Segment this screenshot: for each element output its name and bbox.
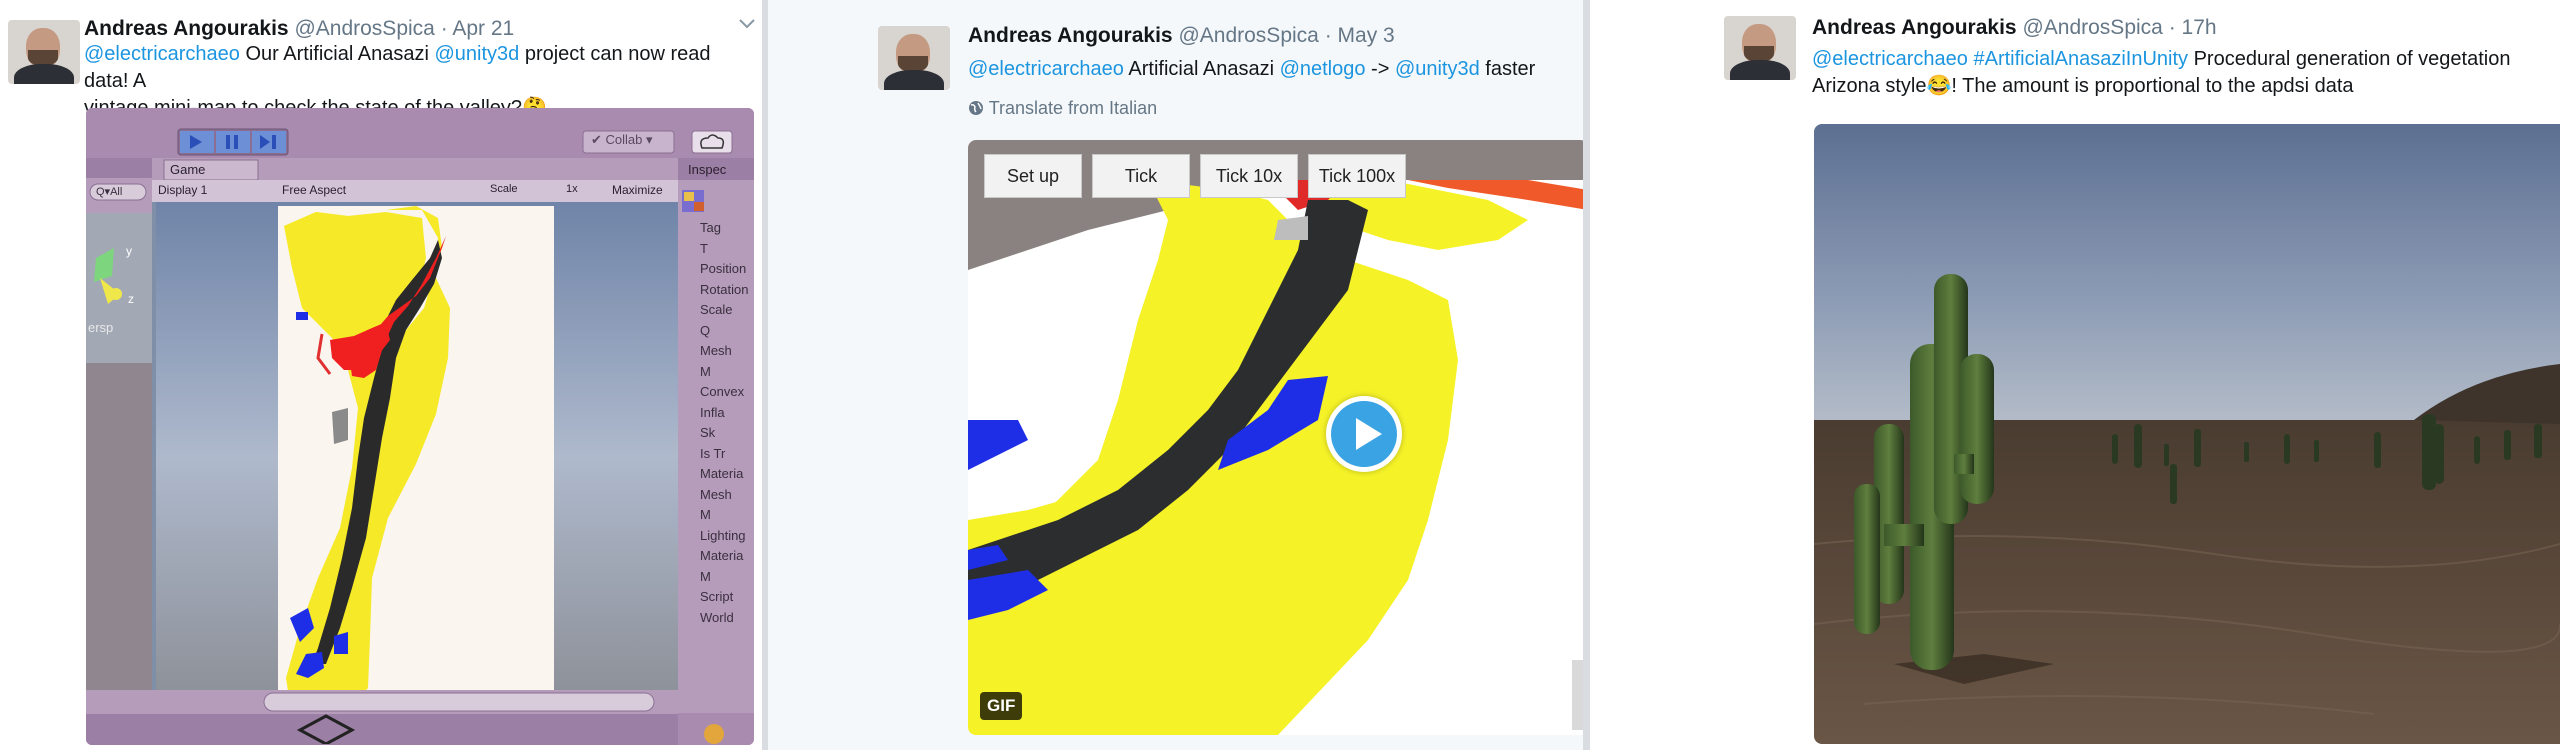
netlogo-gif[interactable]: Set up Tick Tick 10x Tick 100x GIF [968, 140, 1583, 735]
inspector-row[interactable]: Convex [700, 382, 754, 403]
globe-icon [968, 98, 989, 118]
mention-link[interactable]: @unity3d [434, 43, 519, 65]
avatar[interactable] [8, 20, 80, 84]
translate-link[interactable]: Translate from Italian [968, 98, 1157, 119]
tweet-header: Andreas Angourakis @AndrosSpica · Apr 21 [84, 17, 514, 41]
text-span: Artificial Anasazi [1123, 58, 1280, 80]
desert-render[interactable] [1814, 124, 2560, 744]
inspector-row[interactable]: M [700, 567, 754, 588]
hierarchy-search[interactable]: Q▾All [96, 185, 122, 198]
axis-z-label: z [128, 292, 134, 306]
setup-button[interactable]: Set up [984, 154, 1082, 198]
inspector-row[interactable]: Sk [700, 423, 754, 444]
inspector-row[interactable]: Is Tr [700, 444, 754, 465]
play-icon[interactable] [1326, 396, 1402, 472]
mention-link[interactable]: @unity3d [1395, 58, 1480, 80]
hashtag-link[interactable]: #ArtificialAnasaziInUnity [1974, 48, 2189, 70]
tick-10x-button[interactable]: Tick 10x [1200, 154, 1298, 198]
tweet-date[interactable]: · 17h [2169, 16, 2217, 39]
inspector-list: Tag T Position Rotation Scale Q Mesh M C… [700, 218, 754, 628]
collab-button[interactable]: ✔ Collab ▾ [591, 132, 653, 148]
maximize-toggle[interactable]: Maximize [612, 183, 663, 197]
text-span: faster [1479, 58, 1536, 80]
inspector-row[interactable]: Position [700, 259, 754, 280]
display-select[interactable]: Display 1 [158, 183, 207, 197]
aspect-select[interactable]: Free Aspect [282, 183, 346, 197]
mention-link[interactable]: @netlogo [1280, 58, 1366, 80]
translate-label: Translate from Italian [988, 98, 1158, 118]
mention-link[interactable]: @electricarchaeo [84, 43, 240, 65]
column-divider [1583, 0, 1590, 750]
inspector-row[interactable]: Materia [700, 464, 754, 485]
unity-logo-icon [296, 714, 356, 745]
text-span: ! The amount is proportional to the apds… [1951, 75, 2354, 97]
avatar[interactable] [878, 26, 950, 90]
inspector-row[interactable]: T [700, 239, 754, 260]
inspector-row[interactable]: M [700, 362, 754, 383]
tweet-date[interactable]: · Apr 21 [441, 17, 515, 40]
author-name[interactable]: Andreas Angourakis [1812, 16, 2017, 39]
tweet-2: Andreas Angourakis @AndrosSpica · May 3 … [768, 0, 1583, 750]
axis-y-label: y [126, 244, 132, 258]
author-name[interactable]: Andreas Angourakis [968, 24, 1173, 47]
tweet-3: Andreas Angourakis @AndrosSpica · 17h @e… [1590, 0, 2560, 750]
unity-screenshot[interactable]: ✔ Collab ▾ Game Q▾All Display 1 Free Asp… [86, 108, 754, 745]
mention-link[interactable]: @electricarchaeo [1812, 48, 1968, 70]
game-tab[interactable]: Game [170, 162, 205, 177]
scale-value[interactable]: 1x [566, 183, 578, 195]
mention-link[interactable]: @electricarchaeo [968, 58, 1124, 80]
laughing-emoji: 😂 [1926, 75, 1952, 97]
avatar[interactable] [1724, 16, 1796, 80]
tweet-header: Andreas Angourakis @AndrosSpica · 17h [1812, 16, 2217, 40]
tweet-text: @electricarchaeo #ArtificialAnasaziInUni… [1812, 46, 2560, 100]
tick-100x-button[interactable]: Tick 100x [1308, 154, 1406, 198]
tweet-header: Andreas Angourakis @AndrosSpica · May 3 [968, 24, 1395, 48]
inspector-row[interactable]: Mesh [700, 341, 754, 362]
inspector-tab[interactable]: Inspec [688, 162, 726, 177]
author-handle[interactable]: @AndrosSpica [2022, 16, 2162, 39]
tweet-1: Andreas Angourakis @AndrosSpica · Apr 21… [0, 0, 762, 750]
inspector-row[interactable]: Script [700, 587, 754, 608]
inspector-row[interactable]: Q [700, 321, 754, 342]
tweet-date[interactable]: · May 3 [1325, 24, 1395, 47]
inspector-row[interactable]: Materia [700, 546, 754, 567]
inspector-row[interactable]: Rotation [700, 280, 754, 301]
scale-label: Scale [490, 183, 518, 195]
author-handle[interactable]: @AndrosSpica [294, 17, 434, 40]
author-handle[interactable]: @AndrosSpica [1178, 24, 1318, 47]
tweet-text: @electricarchaeo Artificial Anasazi @net… [968, 56, 1583, 83]
inspector-row[interactable]: M [700, 505, 754, 526]
inspector-row[interactable]: Infla [700, 403, 754, 424]
text-span: -> [1365, 58, 1395, 80]
persp-label: ersp [88, 320, 114, 335]
inspector-row[interactable]: Tag [700, 218, 754, 239]
text-span: Our Artificial Anasazi [239, 43, 435, 65]
netlogo-controls: Set up Tick Tick 10x Tick 100x [984, 154, 1406, 198]
text-span: Arizona style [1812, 75, 1927, 97]
text-span: Procedural generation of vegetation [2188, 48, 2511, 70]
tick-button[interactable]: Tick [1092, 154, 1190, 198]
gif-badge: GIF [980, 692, 1023, 720]
inspector-row[interactable]: World [700, 608, 754, 629]
inspector-row[interactable]: Lighting [700, 526, 754, 547]
inspector-row[interactable]: Scale [700, 300, 754, 321]
author-name[interactable]: Andreas Angourakis [84, 17, 289, 40]
chevron-down-icon[interactable] [738, 14, 756, 35]
inspector-row[interactable]: Mesh [700, 485, 754, 506]
